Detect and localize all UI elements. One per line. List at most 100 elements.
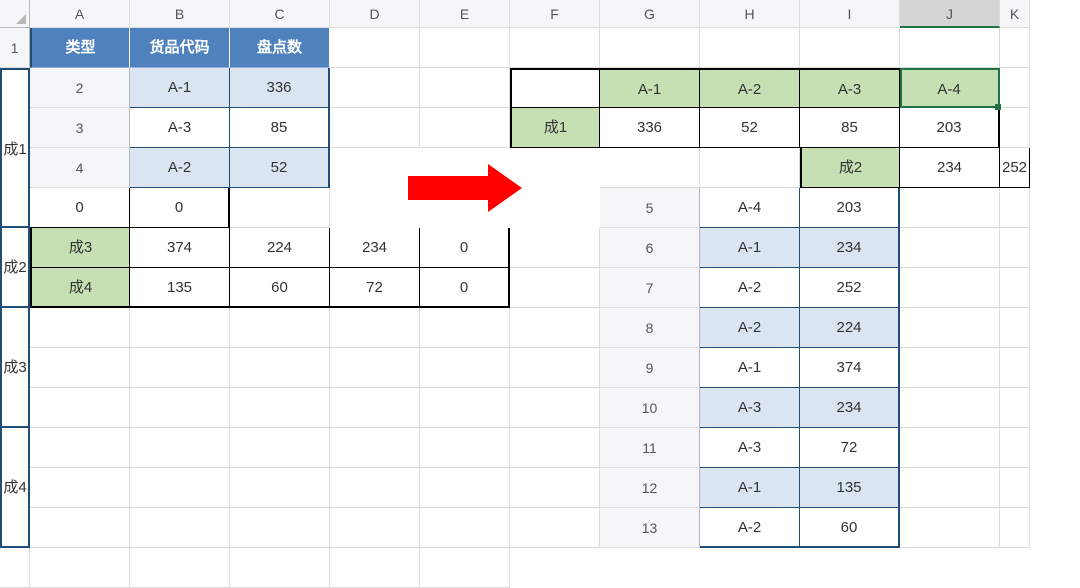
cell-J3[interactable]: 203: [900, 108, 1000, 148]
cell-D3[interactable]: [330, 108, 420, 148]
cell-D2[interactable]: [330, 68, 420, 108]
cell-F11[interactable]: [30, 468, 130, 508]
cell-H6[interactable]: 60: [230, 268, 330, 308]
cell-B13[interactable]: A-2: [700, 508, 800, 548]
cell-B5[interactable]: A-4: [700, 188, 800, 228]
cell-H4[interactable]: 252: [1000, 148, 1030, 188]
cell-K9[interactable]: [510, 388, 600, 428]
cell-K5[interactable]: [510, 228, 600, 268]
cell-D4[interactable]: [600, 148, 700, 188]
cell-I12[interactable]: [330, 508, 420, 548]
cell-B10[interactable]: A-3: [700, 388, 800, 428]
col-header-B[interactable]: B: [130, 0, 230, 28]
cell-C2[interactable]: 336: [230, 68, 330, 108]
cell-E13[interactable]: [1000, 508, 1030, 548]
cell-G1[interactable]: [600, 28, 700, 68]
cell-J4[interactable]: 0: [130, 188, 230, 228]
cell-H7[interactable]: [230, 308, 330, 348]
row-header-8[interactable]: 8: [600, 308, 700, 348]
cell-B12[interactable]: A-1: [700, 468, 800, 508]
col-header-F[interactable]: F: [510, 0, 600, 28]
cell-I2[interactable]: A-3: [800, 68, 900, 108]
row-header-10[interactable]: 10: [600, 388, 700, 428]
cell-C11[interactable]: 72: [800, 428, 900, 468]
cell-J2[interactable]: A-4: [900, 68, 1000, 108]
row-header-7[interactable]: 7: [600, 268, 700, 308]
cell-F1[interactable]: [510, 28, 600, 68]
cell-I1[interactable]: [800, 28, 900, 68]
cell-E12[interactable]: [1000, 468, 1030, 508]
cell-E6[interactable]: [1000, 228, 1030, 268]
select-all-corner[interactable]: [0, 0, 30, 28]
cell-K13[interactable]: [420, 548, 510, 588]
cell-G8[interactable]: [130, 348, 230, 388]
cell-J1[interactable]: [900, 28, 1000, 68]
cell-H9[interactable]: [230, 388, 330, 428]
cell-H5[interactable]: 224: [230, 228, 330, 268]
cell-B2[interactable]: A-1: [130, 68, 230, 108]
cell-J11[interactable]: [420, 468, 510, 508]
cell-D13[interactable]: [900, 508, 1000, 548]
cell-G11[interactable]: [130, 468, 230, 508]
cell-I11[interactable]: [330, 468, 420, 508]
cell-H1[interactable]: [700, 28, 800, 68]
row-header-2[interactable]: 2: [30, 68, 130, 108]
cell-C6[interactable]: 234: [800, 228, 900, 268]
cell-G4[interactable]: 234: [900, 148, 1000, 188]
col-header-E[interactable]: E: [420, 0, 510, 28]
row-header-1[interactable]: 1: [0, 28, 30, 68]
cell-F6[interactable]: 成4: [30, 268, 130, 308]
cell-I4[interactable]: 0: [30, 188, 130, 228]
cell-I3[interactable]: 85: [800, 108, 900, 148]
cell-J6[interactable]: 0: [420, 268, 510, 308]
cell-D1[interactable]: [330, 28, 420, 68]
cell-G3[interactable]: 336: [600, 108, 700, 148]
row-header-5[interactable]: 5: [600, 188, 700, 228]
cell-E8[interactable]: [1000, 308, 1030, 348]
cell-E11[interactable]: [1000, 428, 1030, 468]
col-header-C[interactable]: C: [230, 0, 330, 28]
cell-I8[interactable]: [330, 348, 420, 388]
cell-K6[interactable]: [510, 268, 600, 308]
cell-C5[interactable]: 203: [800, 188, 900, 228]
cell-C12[interactable]: 135: [800, 468, 900, 508]
cell-B1[interactable]: 货品代码: [130, 28, 230, 68]
col-header-D[interactable]: D: [330, 0, 420, 28]
cell-I7[interactable]: [330, 308, 420, 348]
cell-I13[interactable]: [230, 548, 330, 588]
cell-C3[interactable]: 85: [230, 108, 330, 148]
cell-E7[interactable]: [1000, 268, 1030, 308]
cell-F2[interactable]: [510, 68, 600, 108]
cell-G2[interactable]: A-1: [600, 68, 700, 108]
cell-F7[interactable]: [30, 308, 130, 348]
cell-D12[interactable]: [900, 468, 1000, 508]
cell-K8[interactable]: [510, 348, 600, 388]
cell-J13[interactable]: [330, 548, 420, 588]
cell-B6[interactable]: A-1: [700, 228, 800, 268]
cell-K4[interactable]: [230, 188, 330, 228]
cell-G5[interactable]: 374: [130, 228, 230, 268]
cell-J12[interactable]: [420, 508, 510, 548]
cell-C7[interactable]: 252: [800, 268, 900, 308]
cell-B4[interactable]: A-2: [130, 148, 230, 188]
cell-J8[interactable]: [420, 348, 510, 388]
cell-B7[interactable]: A-2: [700, 268, 800, 308]
cell-D11[interactable]: [900, 428, 1000, 468]
cell-J5[interactable]: 0: [420, 228, 510, 268]
cell-K2[interactable]: [1000, 68, 1030, 108]
col-header-J[interactable]: J: [900, 0, 1000, 28]
cell-F5[interactable]: 成3: [30, 228, 130, 268]
cell-D7[interactable]: [900, 268, 1000, 308]
cell-G12[interactable]: [130, 508, 230, 548]
cell-H3[interactable]: 52: [700, 108, 800, 148]
cell-G13[interactable]: [30, 548, 130, 588]
cell-G9[interactable]: [130, 388, 230, 428]
cell-F4[interactable]: 成2: [800, 148, 900, 188]
cell-C1[interactable]: 盘点数: [230, 28, 330, 68]
cell-G10[interactable]: [130, 428, 230, 468]
cell-C13[interactable]: 60: [800, 508, 900, 548]
cell-H8[interactable]: [230, 348, 330, 388]
cell-G7[interactable]: [130, 308, 230, 348]
cell-E10[interactable]: [1000, 388, 1030, 428]
col-header-H[interactable]: H: [700, 0, 800, 28]
